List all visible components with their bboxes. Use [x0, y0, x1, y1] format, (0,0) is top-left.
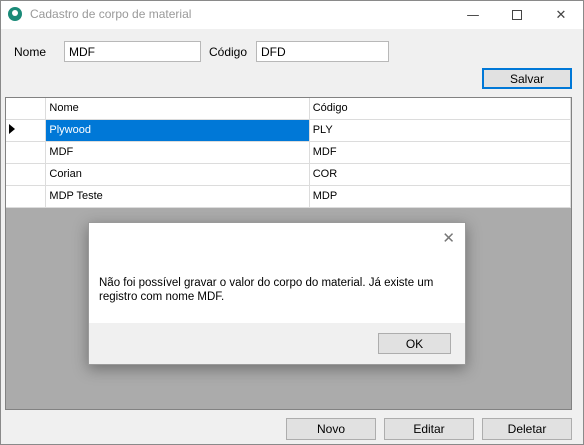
minimize-icon: —: [466, 7, 480, 23]
cell-nome[interactable]: Corian: [45, 163, 310, 186]
deletar-button[interactable]: Deletar: [482, 418, 572, 440]
dialog-footer: OK: [89, 323, 465, 364]
cell-nome[interactable]: Plywood: [45, 119, 310, 142]
grid-header-row: Nome Código: [6, 98, 571, 120]
app-icon: [8, 7, 22, 21]
cell-codigo[interactable]: MDF: [309, 141, 571, 164]
minimize-button[interactable]: —: [451, 1, 495, 29]
dialog-close-icon[interactable]: ✕: [442, 229, 455, 247]
close-icon: ✕: [555, 7, 567, 23]
grid-corner-header[interactable]: [6, 98, 47, 120]
grid-table: Nome Código Plywood PLY MDF MDF Corian C…: [6, 98, 571, 208]
maximize-icon: [512, 10, 522, 20]
app-window: Cadastro de corpo de material — ✕ Nome C…: [0, 0, 584, 445]
cell-codigo[interactable]: MDP: [309, 185, 571, 208]
codigo-label: Código: [209, 45, 248, 59]
column-header-nome[interactable]: Nome: [45, 98, 310, 120]
maximize-button[interactable]: [495, 1, 539, 29]
cell-codigo[interactable]: COR: [309, 163, 571, 186]
novo-button[interactable]: Novo: [286, 418, 376, 440]
row-header[interactable]: [6, 119, 47, 142]
cell-nome[interactable]: MDF: [45, 141, 310, 164]
row-header[interactable]: [6, 141, 47, 164]
nome-input[interactable]: [64, 41, 201, 62]
error-dialog: ✕ Não foi possível gravar o valor do cor…: [88, 222, 466, 365]
table-row[interactable]: Corian COR: [6, 163, 571, 186]
codigo-input[interactable]: [256, 41, 389, 62]
cell-nome[interactable]: MDP Teste: [45, 185, 310, 208]
table-row[interactable]: Plywood PLY: [6, 119, 571, 142]
row-header[interactable]: [6, 163, 47, 186]
save-button[interactable]: Salvar: [482, 68, 572, 89]
title-bar: Cadastro de corpo de material — ✕: [1, 1, 583, 29]
window-title: Cadastro de corpo de material: [30, 7, 192, 21]
nome-label: Nome: [14, 45, 47, 59]
ok-button[interactable]: OK: [378, 333, 451, 354]
cell-codigo[interactable]: PLY: [309, 119, 571, 142]
current-row-arrow-icon: [9, 123, 15, 134]
editar-button[interactable]: Editar: [384, 418, 474, 440]
table-row[interactable]: MDF MDF: [6, 141, 571, 164]
dialog-message: Não foi possível gravar o valor do corpo…: [99, 277, 434, 303]
close-button[interactable]: ✕: [539, 1, 583, 29]
row-header[interactable]: [6, 185, 47, 208]
table-row[interactable]: MDP Teste MDP: [6, 185, 571, 208]
column-header-codigo[interactable]: Código: [309, 98, 571, 120]
